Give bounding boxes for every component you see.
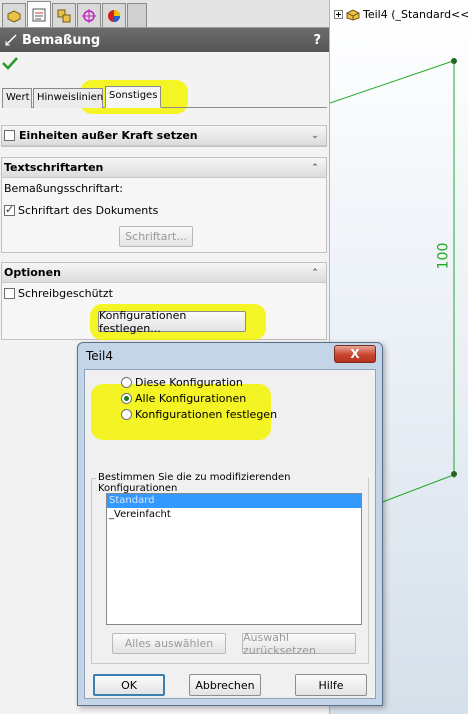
text-font-header[interactable]: Textschriftarten ⌃: [2, 158, 326, 178]
units-override-checkbox[interactable]: [4, 130, 15, 141]
property-manager-tab[interactable]: [27, 1, 51, 27]
font-button[interactable]: Schriftart...: [119, 226, 193, 247]
cancel-button[interactable]: Abbrechen: [189, 674, 261, 696]
select-all-button[interactable]: Alles auswählen: [112, 633, 226, 654]
options-title: Optionen: [4, 266, 61, 279]
text-font-group: Textschriftarten ⌃ Bemaßungsschriftart: …: [1, 157, 327, 253]
units-override-group: Einheiten außer Kraft setzen ⌄: [1, 125, 327, 147]
configuration-manager-tab[interactable]: [52, 3, 76, 27]
tab-sonstiges[interactable]: Sonstiges: [105, 86, 161, 108]
config-list[interactable]: Standard _Vereinfacht: [106, 493, 362, 625]
fieldset-legend: Bestimmen Sie die zu modifizierenden Kon…: [96, 472, 368, 494]
readonly-checkbox[interactable]: [4, 288, 15, 299]
display-pie-icon: [108, 9, 120, 22]
configuration-icon: [57, 9, 71, 22]
radio-this-config-label: Diese Konfiguration: [135, 376, 243, 389]
pm-header: Bemaßung ?: [0, 28, 329, 52]
chevron-down-icon[interactable]: ⌄: [308, 129, 322, 143]
radio-specify-configs-label: Konfigurationen festlegen: [135, 408, 278, 421]
radio-all-configs-label: Alle Konfigurationen: [135, 392, 247, 405]
dim-font-label: Bemaßungsschriftart:: [4, 182, 123, 195]
chevron-up-icon[interactable]: ⌃: [308, 266, 322, 280]
readonly-row[interactable]: Schreibgeschützt: [2, 287, 326, 300]
feature-tree-icon: [7, 9, 21, 23]
list-item[interactable]: _Vereinfacht: [107, 508, 361, 522]
ok-button[interactable]: OK: [93, 674, 165, 696]
manager-tabbar: [0, 0, 329, 28]
radio-all-configs[interactable]: Alle Konfigurationen: [119, 392, 246, 405]
feature-manager-tab[interactable]: [2, 3, 26, 27]
radio-this-config-button[interactable]: [121, 377, 132, 388]
config-fieldset: Bestimmen Sie die zu modifizierenden Kon…: [91, 472, 369, 664]
tab-hinweislinien[interactable]: Hinweislinien: [33, 88, 103, 108]
dimxpert-tab[interactable]: [77, 3, 101, 27]
help-dialog-button[interactable]: Hilfe: [295, 674, 367, 696]
units-override-label: Einheiten außer Kraft setzen: [19, 129, 198, 142]
pm-title: Bemaßung: [22, 32, 101, 48]
doc-font-label: Schriftart des Dokuments: [18, 204, 159, 217]
radio-specify-configs[interactable]: Konfigurationen festlegen: [119, 408, 277, 421]
dimension-value[interactable]: 100: [435, 243, 451, 270]
display-manager-tab[interactable]: [102, 3, 126, 27]
dimension-tabs: Wert Hinweislinien Sonstiges: [2, 78, 327, 108]
configurations-dialog: Teil4 X Diese Konfiguration Alle Konfigu…: [77, 342, 383, 706]
doc-font-checkbox[interactable]: [4, 203, 15, 216]
options-header[interactable]: Optionen ⌃: [2, 263, 326, 283]
configurations-button[interactable]: Konfigurationen festlegen...: [98, 309, 246, 335]
radio-specify-configs-button[interactable]: [121, 409, 132, 420]
close-button[interactable]: X: [334, 345, 376, 363]
text-font-title: Textschriftarten: [4, 161, 104, 174]
radio-all-configs-button[interactable]: [121, 393, 132, 404]
help-button[interactable]: ?: [313, 33, 321, 48]
ok-checkmark-icon[interactable]: [2, 56, 18, 70]
dialog-body: Diese Konfiguration Alle Konfigurationen…: [84, 369, 376, 699]
property-icon: [32, 8, 46, 21]
dimension-icon: [5, 34, 17, 46]
tab-wert[interactable]: Wert: [2, 88, 32, 108]
doc-font-row[interactable]: Schriftart des Dokuments: [2, 203, 326, 217]
ok-area: [0, 52, 329, 78]
reset-selection-button[interactable]: Auswahl zurücksetzen: [242, 631, 356, 657]
radio-this-config[interactable]: Diese Konfiguration: [119, 376, 243, 389]
chevron-up-icon[interactable]: ⌃: [308, 161, 322, 175]
list-item[interactable]: Standard: [107, 494, 361, 508]
crosshair-icon: [82, 8, 96, 23]
units-override-header[interactable]: Einheiten außer Kraft setzen ⌄: [2, 126, 326, 146]
empty-tab: [127, 3, 147, 27]
readonly-label: Schreibgeschützt: [18, 287, 113, 300]
